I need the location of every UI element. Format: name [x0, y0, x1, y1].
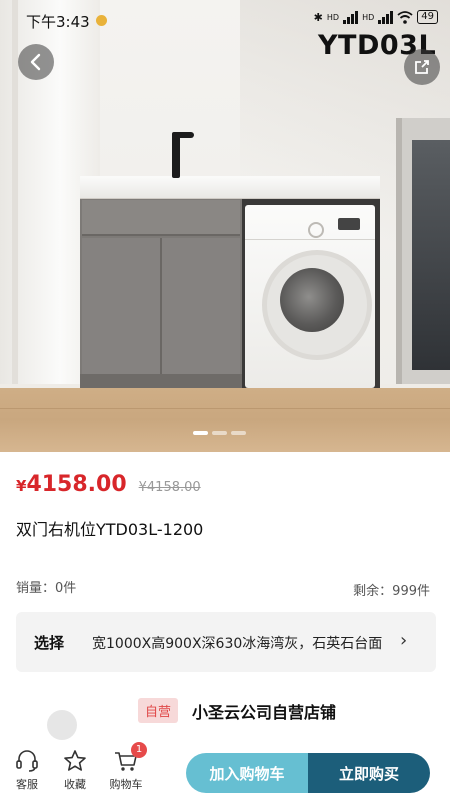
signal-icon — [343, 10, 359, 24]
spec-selector[interactable]: 选择 宽1000X高900X深630冰海湾灰，石英石台面 › — [16, 612, 436, 672]
customer-service-label: 客服 — [16, 778, 38, 791]
floating-bubble[interactable] — [47, 710, 77, 740]
product-image-carousel[interactable]: 下午3:43 ✱ HD HD 49 YTD03L — [0, 0, 450, 452]
cabinet-drawer — [82, 200, 240, 236]
spec-selector-label: 选择 — [34, 634, 65, 652]
bluetooth-icon: ✱ — [313, 10, 323, 24]
cart-label: 购物车 — [109, 778, 143, 791]
chevron-right-icon: › — [400, 630, 408, 651]
faucet — [172, 132, 180, 178]
wood-floor — [0, 388, 450, 452]
stock-remaining: 剩余：999件 — [353, 584, 430, 599]
washer-drum — [280, 268, 344, 332]
faucet-spout — [172, 132, 194, 138]
carousel-dot — [193, 431, 208, 435]
favorite-button[interactable]: 收藏 — [50, 746, 100, 792]
cabinet-plinth — [80, 374, 242, 388]
status-time: 下午3:43 — [26, 13, 90, 31]
cabinet-door-left — [82, 238, 162, 374]
shop-name: 小圣云公司自营店铺 — [192, 702, 337, 722]
cart-button[interactable]: 1 购物车 — [101, 742, 151, 792]
status-icons: ✱ HD HD 49 — [314, 10, 438, 24]
self-operated-badge: 自营 — [138, 698, 179, 723]
signal-icon-2 — [378, 10, 394, 24]
original-price: ¥4158.00 — [138, 480, 201, 495]
headset-icon — [16, 750, 38, 772]
currency-symbol: ¥ — [16, 477, 27, 495]
current-price: 4158.00 — [26, 472, 127, 497]
star-icon — [64, 750, 86, 771]
cabinet-door-right — [162, 238, 240, 374]
countertop — [80, 176, 380, 199]
window-glass — [412, 140, 450, 370]
back-button[interactable] — [18, 44, 54, 80]
sales-count: 销量：0件 — [16, 581, 77, 596]
washer-display — [338, 218, 360, 230]
signal-hd-label-1: HD — [326, 12, 340, 22]
price-row: ¥ 4158.00 ¥4158.00 — [16, 472, 201, 497]
washer-knob — [308, 222, 324, 238]
product-title: 双门右机位YTD03L-1200 — [16, 520, 204, 539]
add-to-cart-button[interactable]: 加入购物车 — [186, 753, 308, 793]
chevron-left-icon — [30, 53, 41, 71]
carousel-dot — [212, 431, 227, 435]
share-icon — [415, 60, 429, 74]
customer-service-button[interactable]: 客服 — [2, 746, 52, 792]
carousel-dot — [231, 431, 246, 435]
signal-hd-label-2: HD — [362, 12, 375, 22]
spec-selector-value: 宽1000X高900X深630冰海湾灰，石英石台面 — [92, 636, 383, 652]
share-button[interactable] — [404, 49, 440, 85]
buy-now-button[interactable]: 立即购买 — [308, 753, 430, 793]
carousel-indicator — [193, 431, 246, 435]
cart-count-badge: 1 — [131, 742, 147, 758]
wifi-icon — [397, 10, 413, 24]
shop-row[interactable]: 自营 小圣云公司自营店铺 — [138, 698, 336, 723]
favorite-label: 收藏 — [64, 778, 86, 791]
battery-icon: 49 — [417, 10, 438, 24]
notification-dot-icon — [96, 15, 107, 26]
